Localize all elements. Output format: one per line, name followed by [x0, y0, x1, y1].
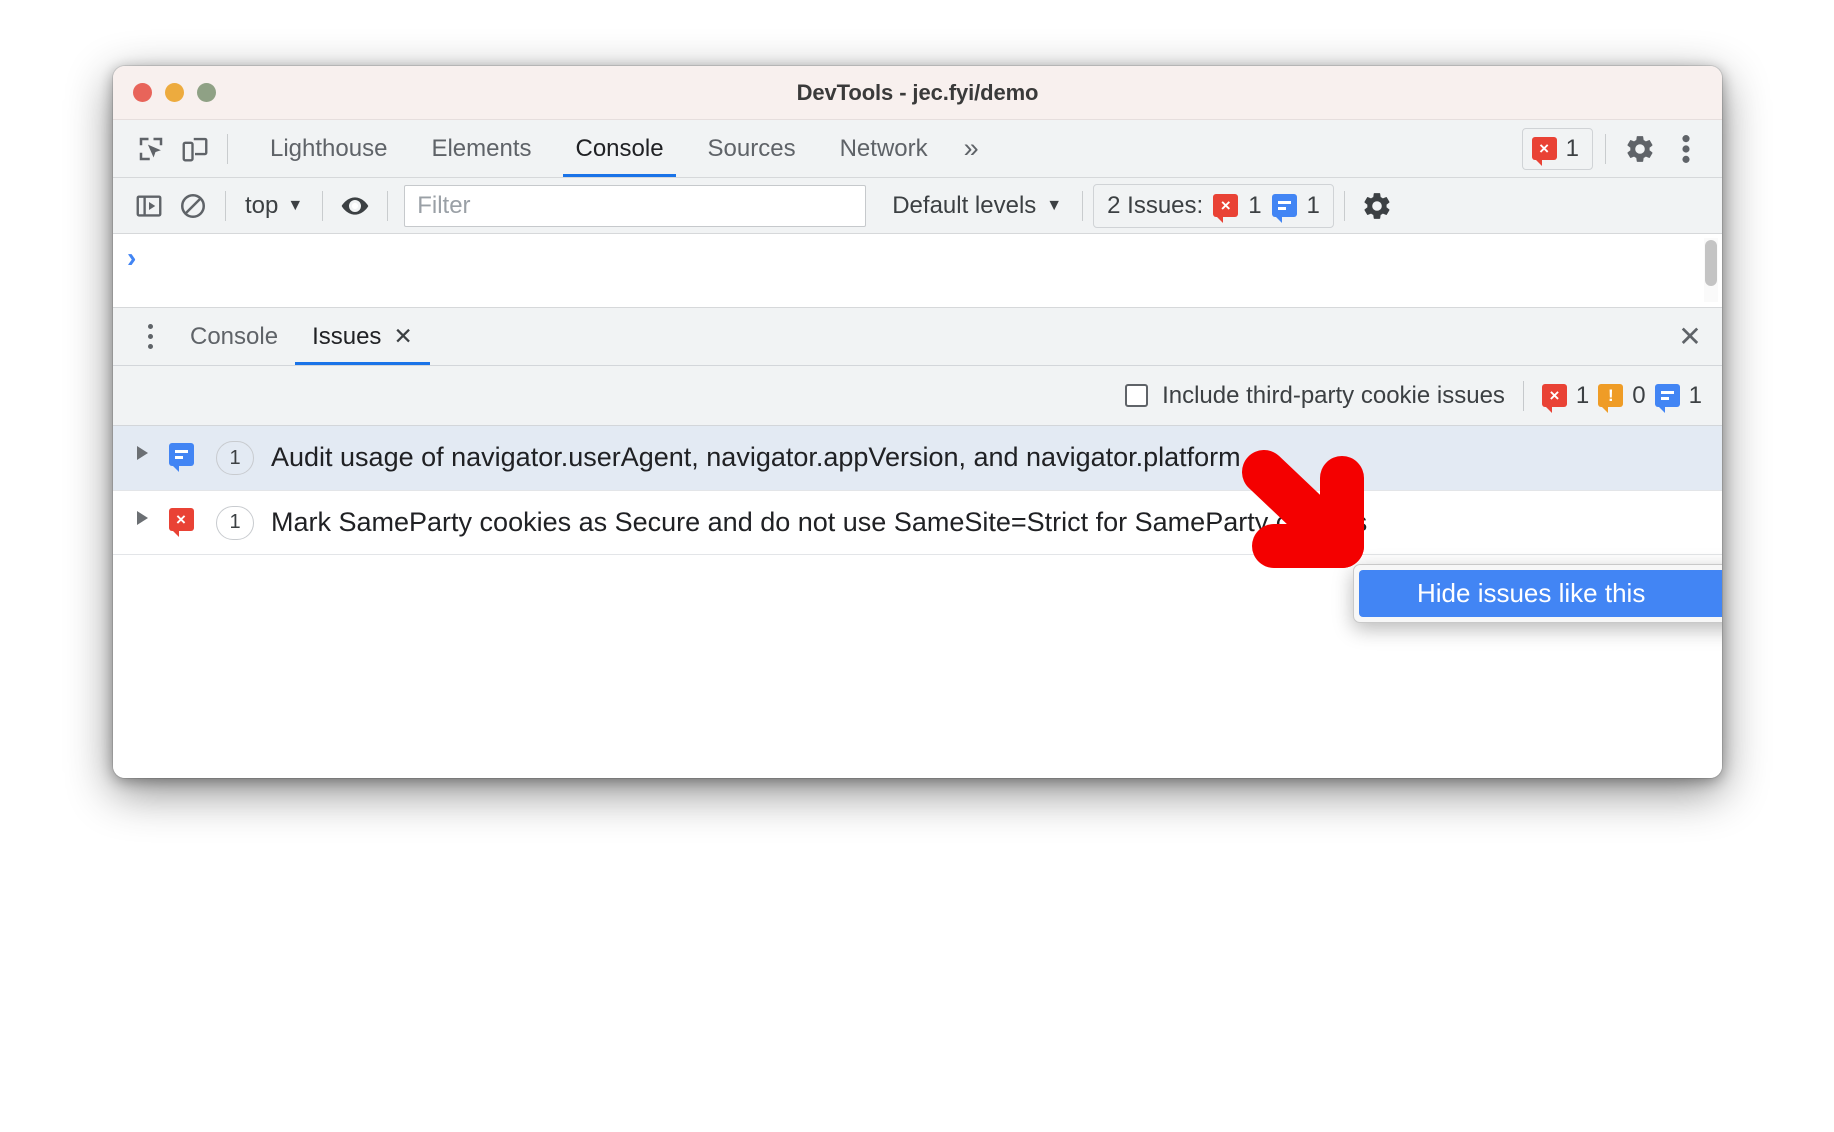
- expand-issue-toggle[interactable]: [127, 439, 157, 460]
- toolbar-divider: [225, 190, 226, 221]
- device-toolbar-icon[interactable]: [173, 127, 217, 171]
- issue-severity-icon: [157, 439, 205, 472]
- console-prompt-chevron-icon: ›: [127, 242, 137, 273]
- chevron-down-icon: ▼: [1046, 196, 1063, 214]
- screenshot-root: DevTools - jec.fyi/demo Lighthouse Eleme…: [0, 0, 1834, 1132]
- log-levels-label: Default levels: [892, 191, 1037, 219]
- error-bubble-icon: ×: [1541, 384, 1567, 413]
- error-bubble-icon: ×: [1213, 194, 1239, 223]
- context-menu: Hide issues like this: [1353, 564, 1722, 623]
- tab-lighthouse[interactable]: Lighthouse: [248, 120, 409, 177]
- tab-sources[interactable]: Sources: [686, 120, 818, 177]
- issues-error-count: 1: [1248, 191, 1262, 219]
- issue-title[interactable]: Mark SameParty cookies as Secure and do …: [265, 504, 1708, 541]
- window-titlebar: DevTools - jec.fyi/demo: [113, 66, 1722, 120]
- issue-count-value: 1: [216, 505, 254, 540]
- tab-label: Elements: [431, 134, 532, 162]
- warning-count-value: 0: [1632, 381, 1646, 409]
- scrollbar-thumb[interactable]: [1705, 240, 1717, 286]
- drawer-tab-label: Console: [190, 322, 279, 350]
- console-scrollbar[interactable]: [1704, 238, 1718, 302]
- log-levels-selector[interactable]: Default levels ▼: [882, 192, 1072, 220]
- drawer-more-options-icon[interactable]: [127, 308, 173, 365]
- chevron-down-icon: ▼: [287, 196, 304, 214]
- issue-severity-icon: ×: [157, 504, 205, 537]
- error-bubble-icon: ×: [1531, 137, 1557, 166]
- expand-issue-toggle[interactable]: [127, 504, 157, 525]
- issue-count-badge: 1: [205, 504, 265, 540]
- toolbar-divider: [1522, 380, 1524, 411]
- drawer-tab-label: Issues: [312, 322, 382, 350]
- live-expression-eye-icon[interactable]: [333, 184, 377, 228]
- menu-item-hide-issues-like-this[interactable]: Hide issues like this: [1359, 570, 1722, 617]
- console-toolbar: top ▼ Filter Default levels ▼ 2 Issues: …: [113, 178, 1722, 234]
- issue-title[interactable]: Audit usage of navigator.userAgent, navi…: [265, 439, 1708, 476]
- chevron-right-icon: [136, 446, 148, 460]
- console-output-area[interactable]: ›: [113, 234, 1722, 308]
- issues-toolbar: Include third-party cookie issues × 1 ! …: [113, 366, 1722, 426]
- error-bubble-icon: ×: [168, 507, 194, 537]
- toolbar-divider: [1343, 190, 1345, 221]
- issue-count-badge: 1: [205, 439, 265, 475]
- drawer-tabbar: Console Issues ✕ ✕: [113, 308, 1722, 366]
- close-window-button[interactable]: [133, 83, 152, 102]
- gear-icon[interactable]: [1618, 127, 1662, 171]
- drawer-tab-console[interactable]: Console: [173, 308, 295, 365]
- execution-context-label: top: [245, 191, 279, 219]
- third-party-cookie-label: Include third-party cookie issues: [1162, 381, 1505, 409]
- info-bubble-icon: [1654, 384, 1680, 413]
- tab-label: Lighthouse: [270, 134, 388, 162]
- devtools-window: DevTools - jec.fyi/demo Lighthouse Eleme…: [113, 66, 1722, 778]
- inspect-element-icon[interactable]: [129, 127, 173, 171]
- close-icon[interactable]: ✕: [393, 325, 412, 348]
- tab-network[interactable]: Network: [818, 120, 950, 177]
- drawer-tab-issues[interactable]: Issues ✕: [295, 308, 430, 365]
- minimize-window-button[interactable]: [165, 83, 184, 102]
- panel-tabs: Lighthouse Elements Console Sources Netw…: [248, 120, 993, 177]
- toolbar-divider: [227, 133, 228, 164]
- issues-info-count: 1: [1306, 191, 1320, 219]
- gear-icon[interactable]: [1355, 184, 1399, 228]
- more-tabs-icon[interactable]: »: [950, 120, 993, 177]
- third-party-cookie-checkbox-row[interactable]: Include third-party cookie issues: [1125, 382, 1505, 410]
- issue-count-value: 1: [216, 441, 254, 475]
- console-sidebar-icon[interactable]: [127, 184, 171, 228]
- tab-label: Console: [575, 134, 664, 162]
- error-count-value: 1: [1575, 381, 1590, 409]
- tabbar-right-actions: × 1: [1521, 127, 1708, 171]
- issues-counter-button[interactable]: 2 Issues: × 1 1: [1093, 183, 1334, 228]
- window-title: DevTools - jec.fyi/demo: [796, 79, 1039, 105]
- console-filter-input[interactable]: Filter: [404, 184, 867, 227]
- kebab-menu-icon[interactable]: [1664, 127, 1708, 171]
- issue-counts: × 1 ! 0 1: [1541, 381, 1702, 413]
- chevron-right-icon: [136, 510, 148, 525]
- info-bubble-icon: [168, 443, 194, 472]
- toolbar-divider: [1082, 190, 1084, 221]
- tab-label: Sources: [707, 134, 796, 162]
- window-controls: [133, 83, 216, 102]
- toolbar-divider: [387, 190, 389, 221]
- devtools-main-tabbar: Lighthouse Elements Console Sources Netw…: [113, 120, 1722, 178]
- third-party-cookie-checkbox[interactable]: [1125, 384, 1149, 407]
- issues-counter-label: 2 Issues:: [1107, 191, 1204, 219]
- close-drawer-button[interactable]: ✕: [1658, 308, 1722, 365]
- warning-bubble-icon: !: [1598, 384, 1624, 413]
- maximize-window-button[interactable]: [197, 83, 216, 102]
- execution-context-selector[interactable]: top ▼: [236, 192, 312, 220]
- toolbar-divider: [1605, 133, 1606, 164]
- info-bubble-icon: [1271, 194, 1297, 223]
- error-count-badge[interactable]: × 1: [1521, 127, 1593, 170]
- clear-console-icon[interactable]: [171, 184, 215, 228]
- error-count-value: 1: [1565, 134, 1579, 162]
- toolbar-divider: [322, 190, 324, 221]
- table-row[interactable]: 1 Audit usage of navigator.userAgent, na…: [113, 426, 1722, 491]
- table-row[interactable]: × 1 Mark SameParty cookies as Secure and…: [113, 491, 1722, 556]
- tab-label: Network: [839, 134, 928, 162]
- info-count-value: 1: [1688, 381, 1702, 409]
- tab-elements[interactable]: Elements: [409, 120, 553, 177]
- tab-console[interactable]: Console: [553, 120, 685, 177]
